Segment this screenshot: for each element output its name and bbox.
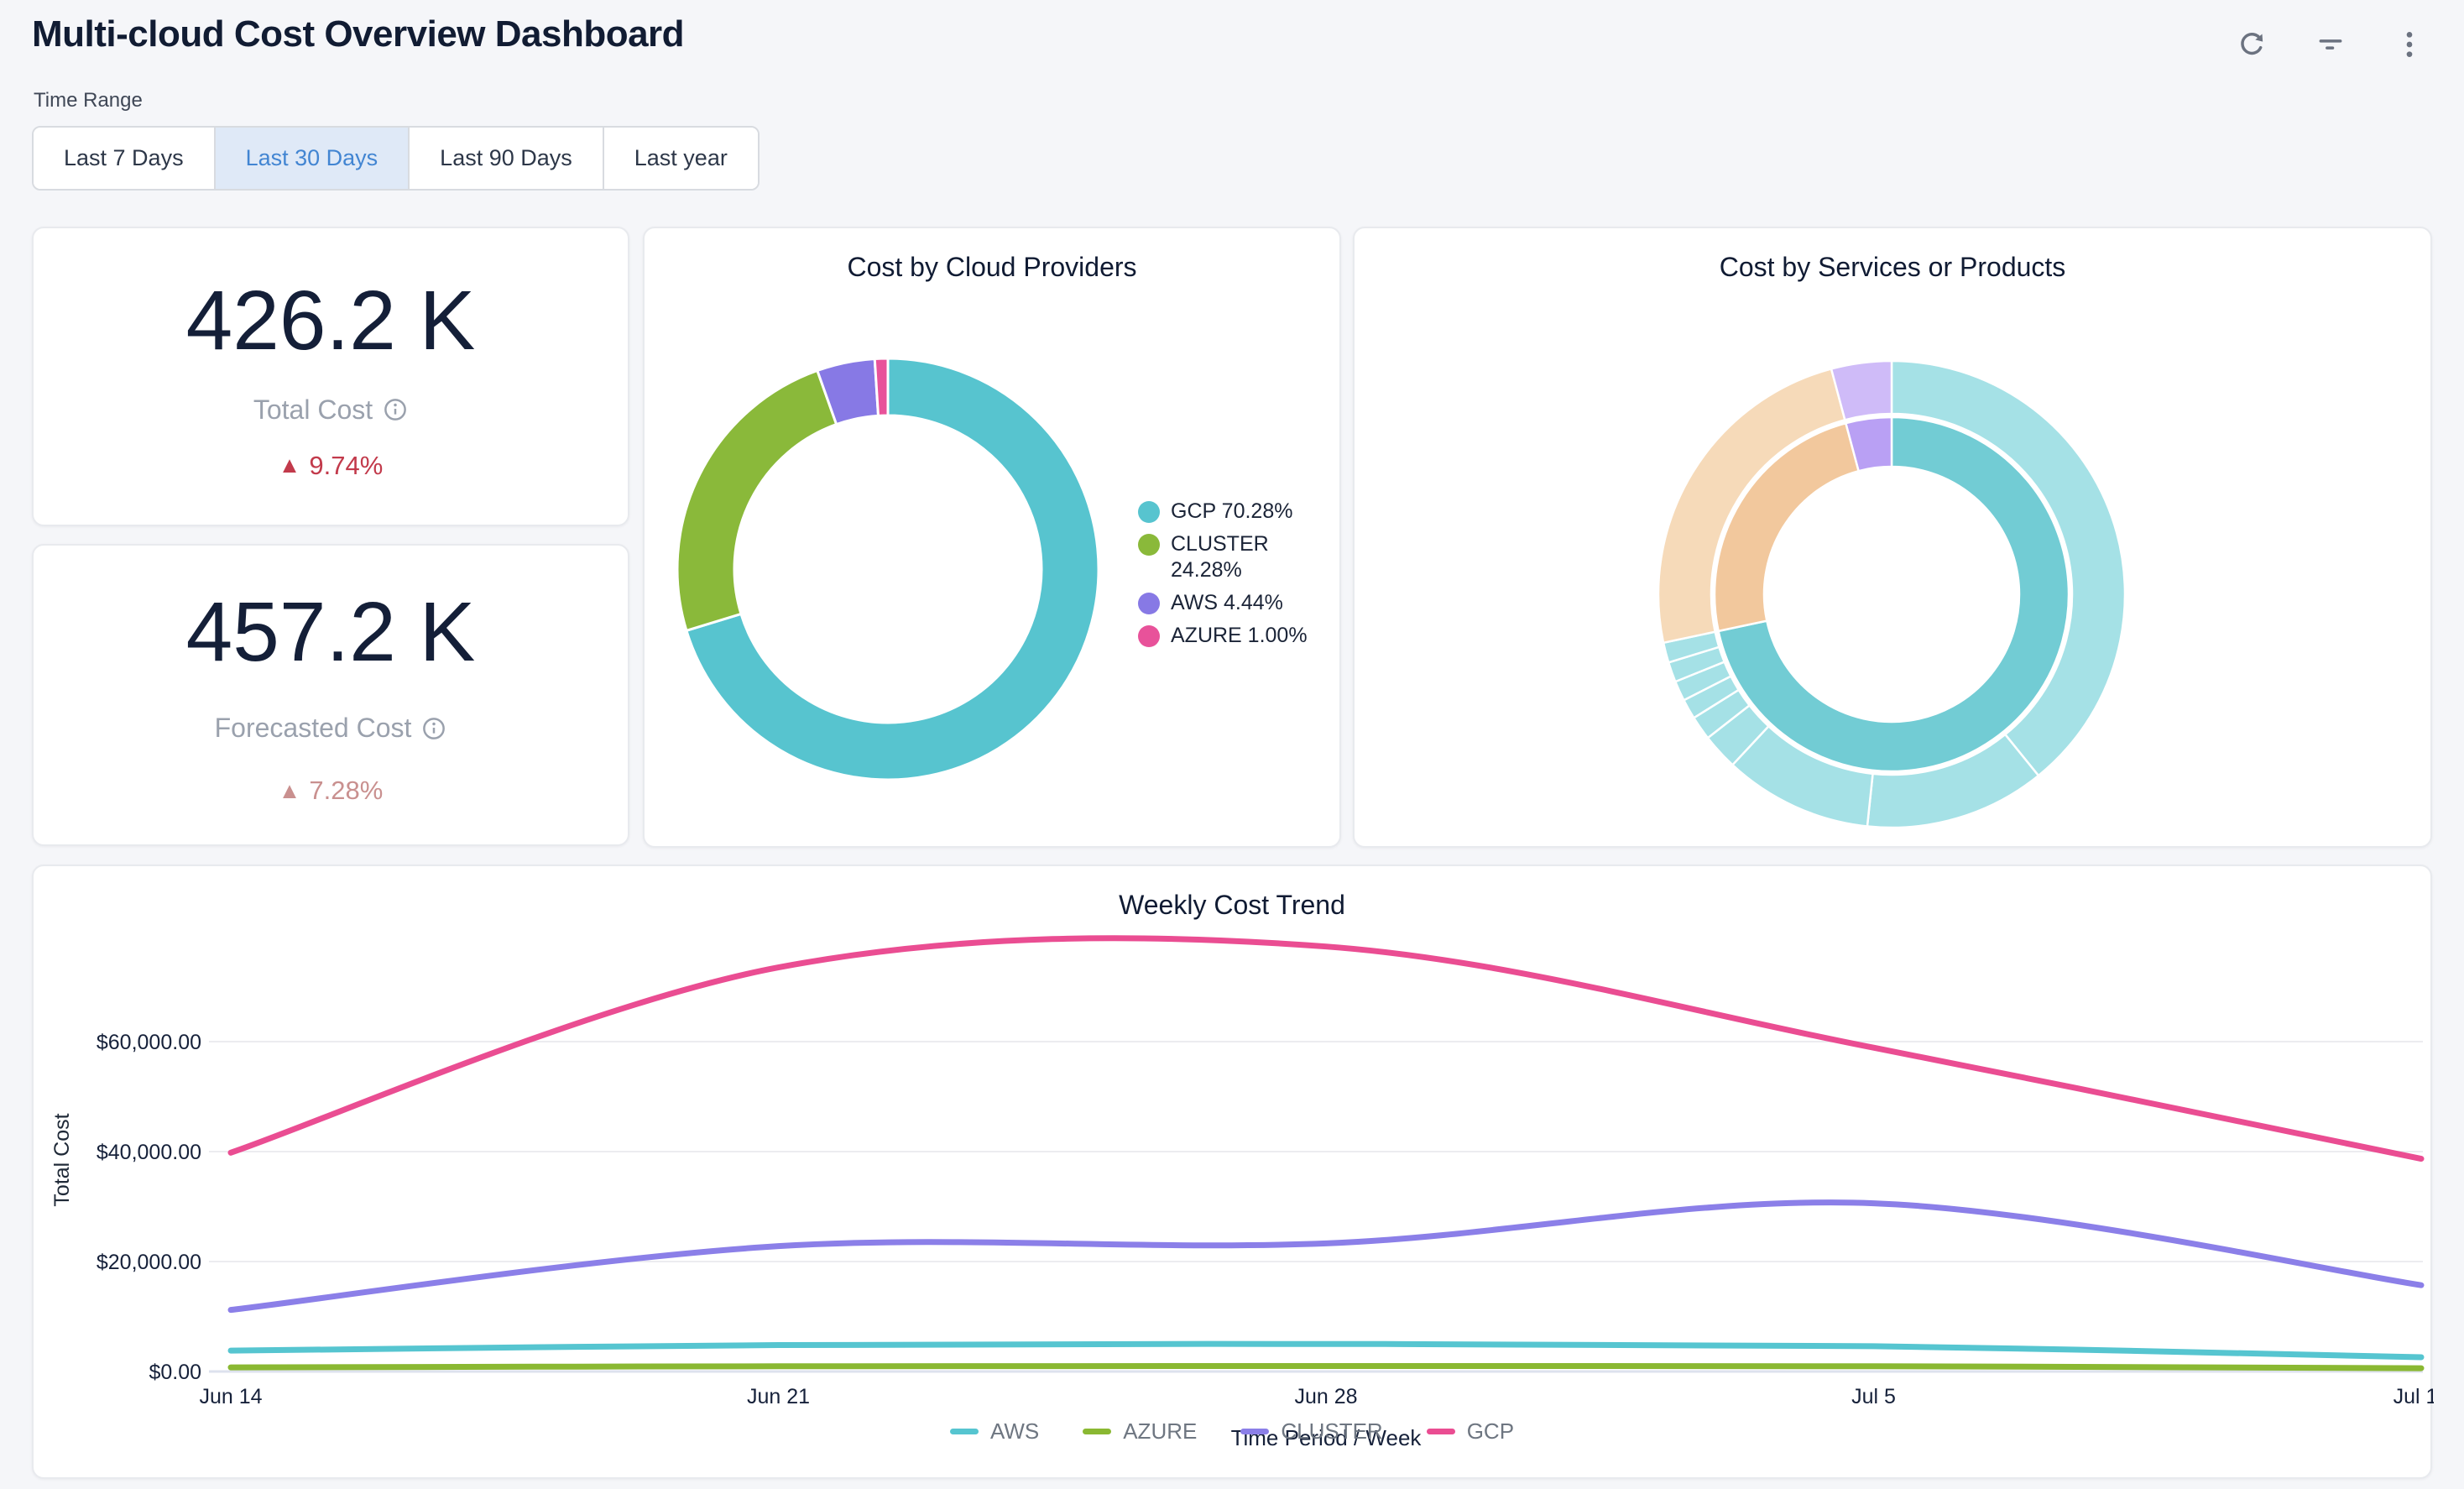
cost-by-cloud-providers-card: Cost by Cloud Providers GCP 70.28% CLUST… xyxy=(643,227,1341,848)
kebab-menu-icon xyxy=(2393,28,2426,61)
gcp-line-swatch-icon xyxy=(1427,1429,1455,1434)
time-range-option-90d[interactable]: Last 90 Days xyxy=(410,128,604,189)
legend-item-gcp[interactable]: GCP xyxy=(1427,1418,1514,1445)
filter-icon xyxy=(2314,28,2347,61)
forecasted-cost-delta-value: 7.28% xyxy=(309,776,383,806)
gcp-swatch-icon xyxy=(1138,501,1160,523)
trend-legend: AWS AZURE CLUSTER GCP xyxy=(0,1418,2464,1445)
total-cost-card: 426.2 K Total Cost ▲ 9.74% xyxy=(32,227,629,526)
time-range-segmented-control: Last 7 Days Last 30 Days Last 90 Days La… xyxy=(32,126,760,191)
more-options-button[interactable] xyxy=(2390,25,2429,64)
svg-text:$60,000.00: $60,000.00 xyxy=(97,1031,201,1054)
time-range-label: Time Range xyxy=(34,89,143,112)
legend-item-aws[interactable]: AWS 4.44% xyxy=(1138,590,1318,616)
cluster-line-swatch-icon xyxy=(1240,1429,1269,1434)
aws-line-swatch-icon xyxy=(950,1429,979,1434)
weekly-cost-trend-card: Weekly Cost Trend $0.00$20,000.00$40,000… xyxy=(32,865,2432,1479)
svg-text:$0.00: $0.00 xyxy=(149,1361,201,1384)
total-cost-value: 426.2 K xyxy=(186,273,476,369)
azure-line-swatch-icon xyxy=(1083,1429,1111,1434)
time-range-option-7d[interactable]: Last 7 Days xyxy=(34,128,216,189)
legend-item-gcp[interactable]: GCP 70.28% xyxy=(1138,499,1318,525)
info-icon[interactable] xyxy=(421,716,446,741)
svg-text:$20,000.00: $20,000.00 xyxy=(97,1251,201,1274)
services-sunburst-chart[interactable] xyxy=(1355,228,2434,849)
forecasted-cost-card: 457.2 K Forecasted Cost ▲ 7.28% xyxy=(32,544,629,846)
total-cost-delta: ▲ 9.74% xyxy=(279,451,384,481)
time-range-option-1y[interactable]: Last year xyxy=(604,128,758,189)
svg-text:Jun 28: Jun 28 xyxy=(1294,1385,1357,1408)
donut-legend: GCP 70.28% CLUSTER 24.28% AWS 4.44% AZUR… xyxy=(1138,499,1318,656)
up-triangle-icon: ▲ xyxy=(279,452,301,478)
dashboard-page: Multi-cloud Cost Overview Dashboard Time… xyxy=(0,0,2464,1489)
forecasted-cost-value: 457.2 K xyxy=(186,584,476,681)
time-range-option-30d[interactable]: Last 30 Days xyxy=(216,128,410,189)
forecasted-cost-label: Forecasted Cost xyxy=(215,713,447,744)
svg-text:Jun 21: Jun 21 xyxy=(747,1385,810,1408)
filter-button[interactable] xyxy=(2311,25,2350,64)
page-title: Multi-cloud Cost Overview Dashboard xyxy=(32,13,684,55)
aws-swatch-icon xyxy=(1138,593,1160,614)
azure-swatch-icon xyxy=(1138,625,1160,647)
total-cost-label: Total Cost xyxy=(253,394,408,426)
refresh-icon xyxy=(2235,28,2268,61)
svg-text:$40,000.00: $40,000.00 xyxy=(97,1141,201,1164)
up-triangle-icon: ▲ xyxy=(279,778,301,804)
legend-item-azure[interactable]: AZURE 1.00% xyxy=(1138,623,1318,649)
refresh-button[interactable] xyxy=(2232,25,2271,64)
total-cost-delta-value: 9.74% xyxy=(309,451,383,481)
cost-by-services-card: Cost by Services or Products xyxy=(1353,227,2432,848)
svg-text:Jul 12: Jul 12 xyxy=(2394,1385,2434,1408)
svg-text:Total Cost: Total Cost xyxy=(50,1113,74,1206)
legend-item-cluster[interactable]: CLUSTER xyxy=(1240,1418,1382,1445)
header-actions xyxy=(2232,25,2429,64)
legend-item-aws[interactable]: AWS xyxy=(950,1418,1039,1445)
weekly-cost-trend-chart[interactable]: $0.00 $20,000.00 $40,000.00 $60,000.00 Jun 1… xyxy=(34,866,2434,1481)
cluster-swatch-icon xyxy=(1138,534,1160,556)
forecasted-cost-delta: ▲ 7.28% xyxy=(279,776,384,806)
svg-text:Jul 5: Jul 5 xyxy=(1851,1385,1896,1408)
svg-text:Jun 14: Jun 14 xyxy=(199,1385,262,1408)
info-icon[interactable] xyxy=(383,397,408,422)
legend-item-azure[interactable]: AZURE xyxy=(1083,1418,1197,1445)
legend-item-cluster[interactable]: CLUSTER 24.28% xyxy=(1138,531,1318,583)
